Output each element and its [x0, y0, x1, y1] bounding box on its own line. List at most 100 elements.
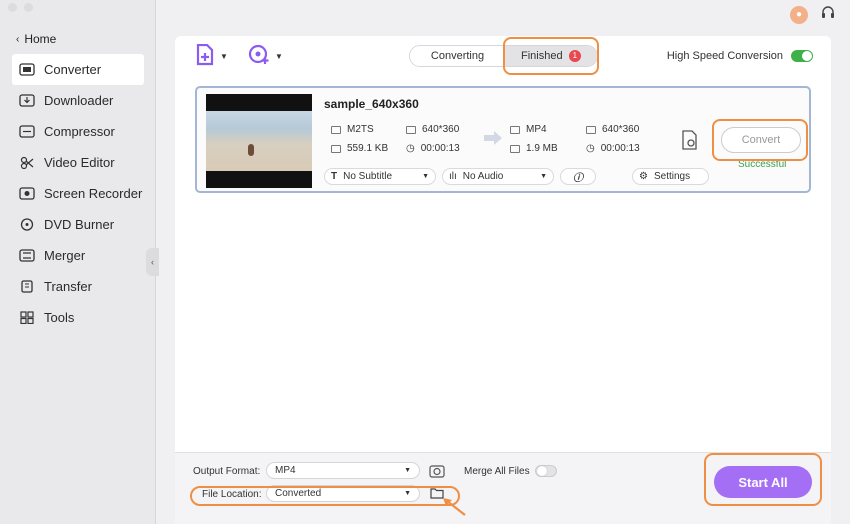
chevron-down-icon: ▼	[540, 173, 547, 180]
target-size-value: 1.9 MB	[526, 143, 558, 154]
tab-converting[interactable]: Converting	[410, 46, 505, 66]
sidebar-item-merger[interactable]: Merger	[12, 240, 144, 271]
sidebar-item-video-editor[interactable]: Video Editor	[12, 147, 144, 178]
folder-icon	[510, 144, 520, 153]
finished-tab-highlight	[503, 37, 599, 75]
high-speed-label: High Speed Conversion	[666, 50, 783, 62]
clock-icon: ◷	[406, 143, 415, 154]
source-size: 559.1 KB	[331, 143, 388, 154]
source-format: M2TS	[331, 124, 374, 135]
sidebar-item-label: Converter	[44, 62, 102, 77]
home-label: Home	[24, 32, 57, 46]
sidebar-item-label: Transfer	[44, 279, 92, 294]
resolution-icon	[586, 125, 596, 134]
add-file-icon	[195, 43, 215, 69]
subtitle-select[interactable]: T No Subtitle ▼	[324, 168, 436, 185]
thumbnail-image	[206, 111, 312, 171]
window-controls	[8, 3, 33, 12]
video-format-icon	[510, 125, 520, 134]
file-name: sample_640x360	[324, 97, 419, 111]
thumbnail-figure	[248, 144, 254, 156]
sidebar-item-label: Tools	[44, 310, 75, 325]
chevron-down-icon: ▼	[275, 52, 283, 61]
close-window-button[interactable]	[8, 3, 17, 12]
folder-icon	[331, 144, 341, 153]
sidebar-item-dvd-burner[interactable]: DVD Burner	[12, 209, 144, 240]
video-format-icon	[331, 125, 341, 134]
subtitle-icon: T	[331, 171, 338, 182]
load-dvd-button[interactable]: ▼	[248, 44, 283, 69]
home-link[interactable]: ‹ Home	[16, 32, 56, 46]
avatar[interactable]: ●	[790, 5, 808, 24]
high-speed-conversion: High Speed Conversion	[667, 50, 813, 62]
bottom-bar: Output Format: MP4 ▼ Merge All Files Fil…	[175, 452, 831, 524]
sidebar-item-label: DVD Burner	[44, 217, 115, 232]
target-format: MP4	[510, 124, 547, 135]
headset-icon[interactable]	[820, 5, 836, 24]
compressor-icon	[18, 124, 36, 139]
arrow-right-icon	[484, 131, 502, 145]
add-dvd-icon	[248, 44, 270, 69]
sidebar-item-screen-recorder[interactable]: Screen Recorder	[12, 178, 144, 209]
settings-button[interactable]: ⚙ Settings	[632, 168, 709, 185]
gear-icon: ⚙	[639, 171, 648, 182]
output-format-select[interactable]: MP4 ▼	[266, 462, 420, 479]
tools-icon	[18, 310, 36, 325]
high-speed-toggle[interactable]	[791, 50, 813, 62]
target-resolution-value: 640*360	[602, 124, 640, 135]
sidebar-item-compressor[interactable]: Compressor	[12, 116, 144, 147]
format-settings-icon[interactable]	[429, 463, 445, 482]
chevron-left-icon: ‹	[16, 33, 20, 45]
downloader-icon	[18, 93, 36, 108]
transfer-icon	[18, 279, 36, 294]
audio-value: No Audio	[462, 171, 504, 182]
convert-highlight	[712, 119, 808, 161]
audio-select[interactable]: ılı No Audio ▼	[442, 168, 554, 185]
merge-all-toggle[interactable]	[535, 465, 557, 477]
resolution-icon	[406, 125, 416, 134]
merger-icon	[18, 248, 36, 263]
video-thumbnail[interactable]	[206, 94, 312, 188]
dvd-burner-icon	[18, 217, 36, 232]
target-format-value: MP4	[526, 124, 547, 135]
output-settings-icon[interactable]	[681, 130, 699, 153]
source-duration-value: 00:00:13	[420, 143, 460, 154]
sidebar-item-label: Screen Recorder	[44, 186, 143, 201]
info-icon: ⓘ	[573, 173, 583, 184]
sidebar-item-downloader[interactable]: Downloader	[12, 85, 144, 116]
sidebar-item-tools[interactable]: Tools	[12, 302, 144, 333]
video-editor-icon	[18, 155, 36, 170]
user-icon: ●	[795, 9, 803, 20]
sidebar-item-label: Compressor	[44, 124, 115, 139]
minimize-window-button[interactable]	[24, 3, 33, 12]
source-duration: ◷ 00:00:13	[406, 143, 460, 154]
target-size: 1.9 MB	[510, 143, 558, 154]
collapse-sidebar-button[interactable]: ‹	[146, 248, 159, 276]
top-right-actions: ●	[790, 5, 836, 24]
source-size-value: 559.1 KB	[347, 143, 389, 154]
audio-wave-icon: ılı	[449, 171, 457, 182]
sidebar-item-label: Merger	[44, 248, 86, 263]
start-all-highlight	[704, 453, 822, 506]
target-resolution: 640*360	[586, 124, 639, 135]
add-files-button[interactable]: ▼	[195, 43, 228, 69]
target-duration: ◷ 00:00:13	[586, 143, 640, 154]
chevron-down-icon: ▼	[220, 52, 228, 61]
source-format-value: M2TS	[347, 124, 374, 135]
pointer-arrow-icon	[443, 498, 466, 516]
source-resolution-value: 640*360	[422, 124, 460, 135]
sidebar-item-transfer[interactable]: Transfer	[12, 271, 144, 302]
merge-label: Merge All Files	[464, 466, 530, 477]
chevron-left-icon: ‹	[151, 257, 154, 267]
info-button[interactable]: ⓘ	[560, 168, 596, 185]
subtitle-value: No Subtitle	[343, 171, 393, 182]
sidebar-item-converter[interactable]: Converter	[12, 54, 144, 85]
chevron-down-icon: ▼	[422, 173, 429, 180]
chevron-down-icon: ▼	[404, 467, 411, 474]
main-panel: ▼ ▼ Converting Finished 1 High Speed Con…	[175, 36, 831, 454]
screen-recorder-icon	[18, 186, 36, 201]
target-duration-value: 00:00:13	[600, 143, 640, 154]
output-format-label: Output Format:	[193, 466, 261, 477]
converter-icon	[18, 62, 36, 77]
file-location-highlight	[190, 486, 460, 506]
